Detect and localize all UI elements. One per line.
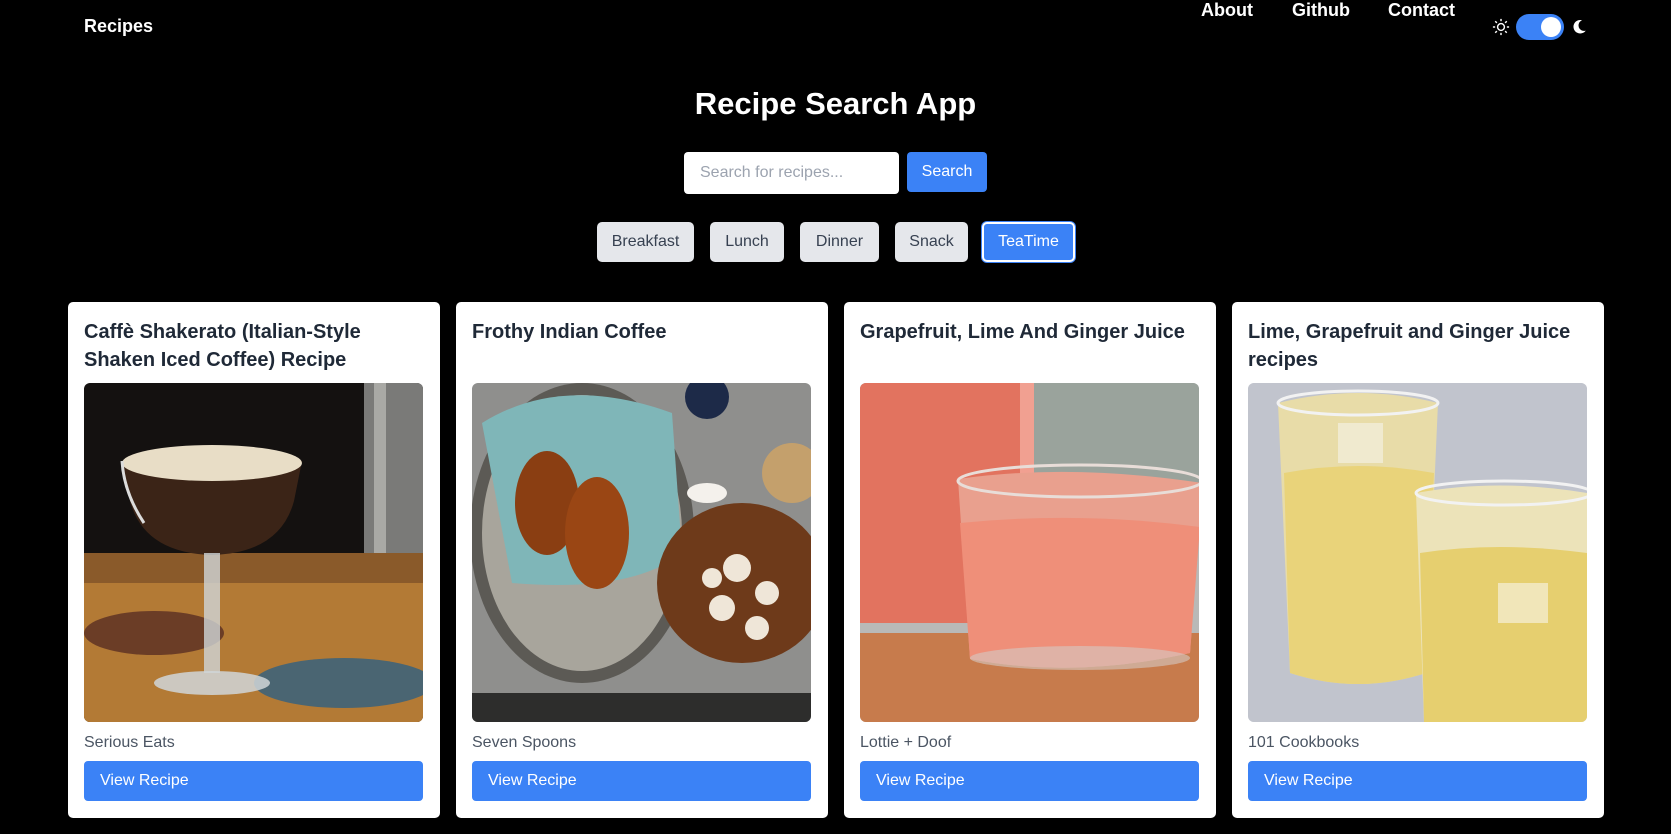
view-recipe-button[interactable]: View Recipe (1248, 761, 1587, 801)
sun-icon (1492, 18, 1510, 36)
croissants-coffee-photo-icon (472, 383, 811, 722)
nav-link-github[interactable]: Github (1292, 0, 1350, 21)
recipe-title: Grapefruit, Lime And Ginger Juice (860, 321, 1185, 343)
recipe-card: Lime, Grapefruit and Ginger Juice recipe… (1232, 302, 1604, 818)
recipe-title: Frothy Indian Coffee (472, 321, 667, 343)
recipe-source: Serious Eats (84, 734, 175, 751)
toggle-knob (1541, 17, 1561, 37)
recipe-image (84, 383, 423, 722)
category-lunch[interactable]: Lunch (710, 222, 784, 262)
navbar: Recipes About Github Contact (0, 0, 1671, 54)
search-input[interactable] (684, 152, 899, 194)
search-bar: Search (684, 152, 987, 194)
search-button[interactable]: Search (907, 152, 987, 192)
pink-juice-photo-icon (860, 383, 1199, 722)
category-dinner[interactable]: Dinner (800, 222, 879, 262)
recipe-source: Lottie + Doof (860, 734, 952, 751)
recipe-title: Lime, Grapefruit and Ginger Juice recipe… (1248, 321, 1571, 371)
yellow-juice-photo-icon (1248, 383, 1587, 722)
category-breakfast[interactable]: Breakfast (597, 222, 694, 262)
moon-icon (1573, 19, 1586, 34)
toggle-switch[interactable] (1516, 14, 1564, 40)
recipe-source: 101 Cookbooks (1248, 734, 1360, 751)
recipe-card: Frothy Indian Coffee Seven Spoons View R… (456, 302, 828, 818)
view-recipe-button[interactable]: View Recipe (860, 761, 1199, 801)
view-recipe-button[interactable]: View Recipe (84, 761, 423, 801)
recipe-image (472, 383, 811, 722)
recipe-image (860, 383, 1199, 722)
recipe-source: Seven Spoons (472, 734, 577, 751)
page-title: Recipe Search App (694, 86, 977, 121)
nav-link-contact[interactable]: Contact (1388, 0, 1455, 21)
category-teatime[interactable]: TeaTime (982, 222, 1075, 262)
category-snack[interactable]: Snack (895, 222, 968, 262)
recipe-card: Caffè Shakerato (Italian-Style Shaken Ic… (68, 302, 440, 818)
theme-toggle[interactable] (1492, 14, 1590, 40)
brand-link[interactable]: Recipes (84, 16, 153, 37)
recipe-title: Caffè Shakerato (Italian-Style Shaken Ic… (84, 321, 361, 371)
coffee-cocktail-photo-icon (84, 383, 423, 722)
nav-link-about[interactable]: About (1201, 0, 1253, 21)
recipe-card: Grapefruit, Lime And Ginger Juice Lottie… (844, 302, 1216, 818)
view-recipe-button[interactable]: View Recipe (472, 761, 811, 801)
recipe-image (1248, 383, 1587, 722)
